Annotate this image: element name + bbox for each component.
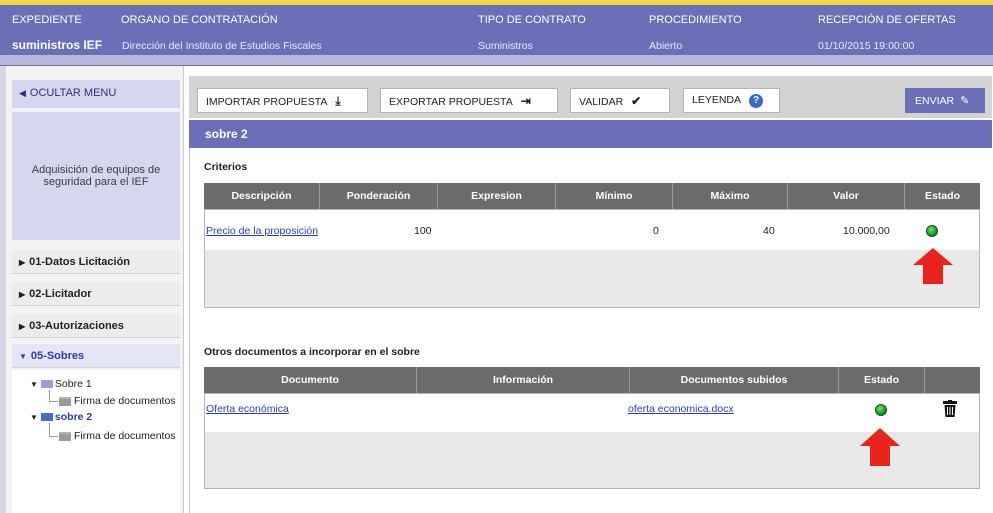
sidebar-item-label: 05-Sobres — [30, 350, 85, 362]
red-arrow-up-icon — [860, 428, 900, 466]
caret-down-icon: ▼ — [30, 413, 38, 422]
envelope-icon — [40, 380, 53, 389]
tree-node-sobre-1[interactable]: ▼ Sobre 1 — [30, 378, 92, 390]
validate-label: VALIDAR — [579, 96, 624, 108]
envelope-icon — [40, 413, 53, 422]
column-header-estado: Estado — [839, 367, 925, 393]
criterio-ponderacion: 100 — [414, 225, 432, 237]
column-header-acciones — [925, 367, 980, 393]
tree-connector — [49, 423, 50, 436]
column-header-expresion: Expresion — [438, 183, 556, 209]
tree-connector — [49, 390, 50, 401]
tree-node-label: Sobre 1 — [54, 378, 92, 390]
tipo-contrato-value: Suministros — [478, 40, 533, 52]
legend-button[interactable]: LEYENDA? — [683, 88, 780, 113]
tender-description-text: Adquisición de equipos de seguridad para… — [31, 164, 161, 188]
criterio-description-link[interactable]: Precio de la proposición — [206, 225, 318, 237]
column-header-estado: Estado — [924, 190, 960, 202]
sidebar-edge — [0, 66, 6, 513]
column-header-informacion: Información — [417, 367, 630, 393]
tree-node-label: Firma de documentos — [74, 430, 176, 442]
sidebar-item-licitador[interactable]: ▶ 02-Licitador — [12, 282, 180, 306]
organo-label: ORGANO DE CONTRATACIÓN — [121, 14, 278, 26]
send-label: ENVIAR — [915, 95, 955, 107]
expediente-value: suministros IEF — [12, 38, 103, 52]
tender-description: Adquisición de equipos de seguridad para… — [12, 112, 180, 240]
import-proposal-button[interactable]: IMPORTAR PROPUESTA ⤓ — [197, 88, 368, 113]
column-header-maximo: Máximo — [673, 183, 788, 209]
help-icon: ? — [749, 94, 764, 108]
caret-right-icon: ▶ — [19, 290, 26, 299]
expediente-label: EXPEDIENTE — [12, 14, 82, 26]
caret-down-icon: ▼ — [19, 352, 27, 361]
send-button[interactable]: ENVIAR ✎ — [905, 88, 985, 113]
recepcion-label: RECEPCIÓN DE OFERTAS — [818, 14, 956, 26]
export-icon: ⇥ — [520, 94, 531, 108]
documentos-table-header: Documento Información Documentos subidos… — [204, 367, 980, 393]
sidebar-item-label: 03-Autorizaciones — [29, 320, 124, 332]
hide-menu-label: OCULTAR MENU — [29, 87, 117, 99]
procedimiento-value: Abierto — [649, 40, 683, 52]
import-proposal-label: IMPORTAR PROPUESTA — [206, 96, 328, 108]
criterio-maximo: 40 — [763, 225, 775, 237]
section-title-bar: sobre 2 — [189, 120, 992, 148]
recepcion-value: 01/10/2015 19:00:00 — [818, 40, 915, 52]
column-header-documento: Documento — [204, 367, 417, 393]
column-header-minimo: Mínimo — [556, 183, 673, 209]
criterios-title: Criterios — [204, 161, 248, 173]
column-header-documentos-subidos: Documentos subidos — [630, 367, 839, 393]
edit-icon: ✎ — [960, 95, 970, 107]
table-empty-row — [205, 250, 979, 307]
documentos-title: Otros documentos a incorporar en el sobr… — [204, 346, 420, 358]
export-proposal-button[interactable]: EXPORTAR PROPUESTA ⇥ — [380, 88, 558, 113]
sidebar-item-sobres[interactable]: ▼ 05-Sobres — [12, 344, 180, 368]
tree-connector — [49, 401, 58, 402]
download-icon: ⤓ — [335, 94, 341, 108]
status-ok-icon — [875, 404, 887, 416]
sidebar-item-autorizaciones[interactable]: ▶ 03-Autorizaciones — [12, 314, 180, 338]
procedimiento-label: PROCEDIMIENTO — [649, 14, 742, 26]
status-ok-icon — [926, 225, 938, 237]
tree-node-label: sobre 2 — [54, 411, 93, 423]
tree-connector — [49, 436, 58, 437]
criterio-valor: 10.000,00 — [843, 225, 890, 237]
column-header-valor: Valor — [788, 183, 905, 209]
export-proposal-label: EXPORTAR PROPUESTA — [389, 96, 513, 108]
caret-right-icon: ▶ — [19, 322, 26, 331]
criterios-table-header: Descripción Ponderación Expresion Mínimo… — [204, 183, 980, 209]
tree-node-sobre-1-firma[interactable]: Firma de documentos — [59, 395, 176, 407]
tree-node-label: Firma de documentos — [74, 395, 176, 407]
tree-node-sobre-2-firma[interactable]: Firma de documentos — [59, 430, 176, 442]
tree-node-sobre-2[interactable]: ▼ sobre 2 — [30, 411, 92, 423]
sidebar-item-label: 01-Datos Licitación — [29, 256, 131, 268]
column-header-ponderacion: Ponderación — [320, 183, 438, 209]
red-arrow-up-icon — [913, 248, 953, 284]
sidebar-item-datos-licitacion[interactable]: ▶ 01-Datos Licitación — [12, 250, 180, 274]
caret-right-icon: ▶ — [19, 258, 26, 267]
hide-menu-button[interactable]: ◀ OCULTAR MENU — [12, 80, 180, 108]
uploaded-file-link[interactable]: oferta economica.docx — [628, 403, 734, 415]
documento-link[interactable]: Oferta económica — [206, 403, 289, 415]
folder-icon — [59, 431, 71, 441]
sidebar-item-label: 02-Licitador — [29, 288, 92, 300]
tipo-contrato-label: TIPO DE CONTRATO — [478, 14, 586, 26]
criterio-minimo: 0 — [653, 225, 659, 237]
trash-icon[interactable] — [943, 400, 957, 417]
caret-down-icon: ▼ — [30, 380, 38, 389]
column-header-descripcion: Descripción — [204, 183, 320, 209]
checkmark-icon: ✔ — [631, 94, 642, 108]
section-title: sobre 2 — [205, 127, 248, 141]
header-divider — [0, 55, 993, 65]
organo-value: Dirección del Instituto de Estudios Fisc… — [122, 40, 322, 52]
caret-left-icon: ◀ — [19, 88, 26, 98]
legend-label: LEYENDA — [692, 94, 742, 106]
validate-button[interactable]: VALIDAR ✔ — [570, 88, 670, 113]
folder-icon — [59, 396, 71, 406]
